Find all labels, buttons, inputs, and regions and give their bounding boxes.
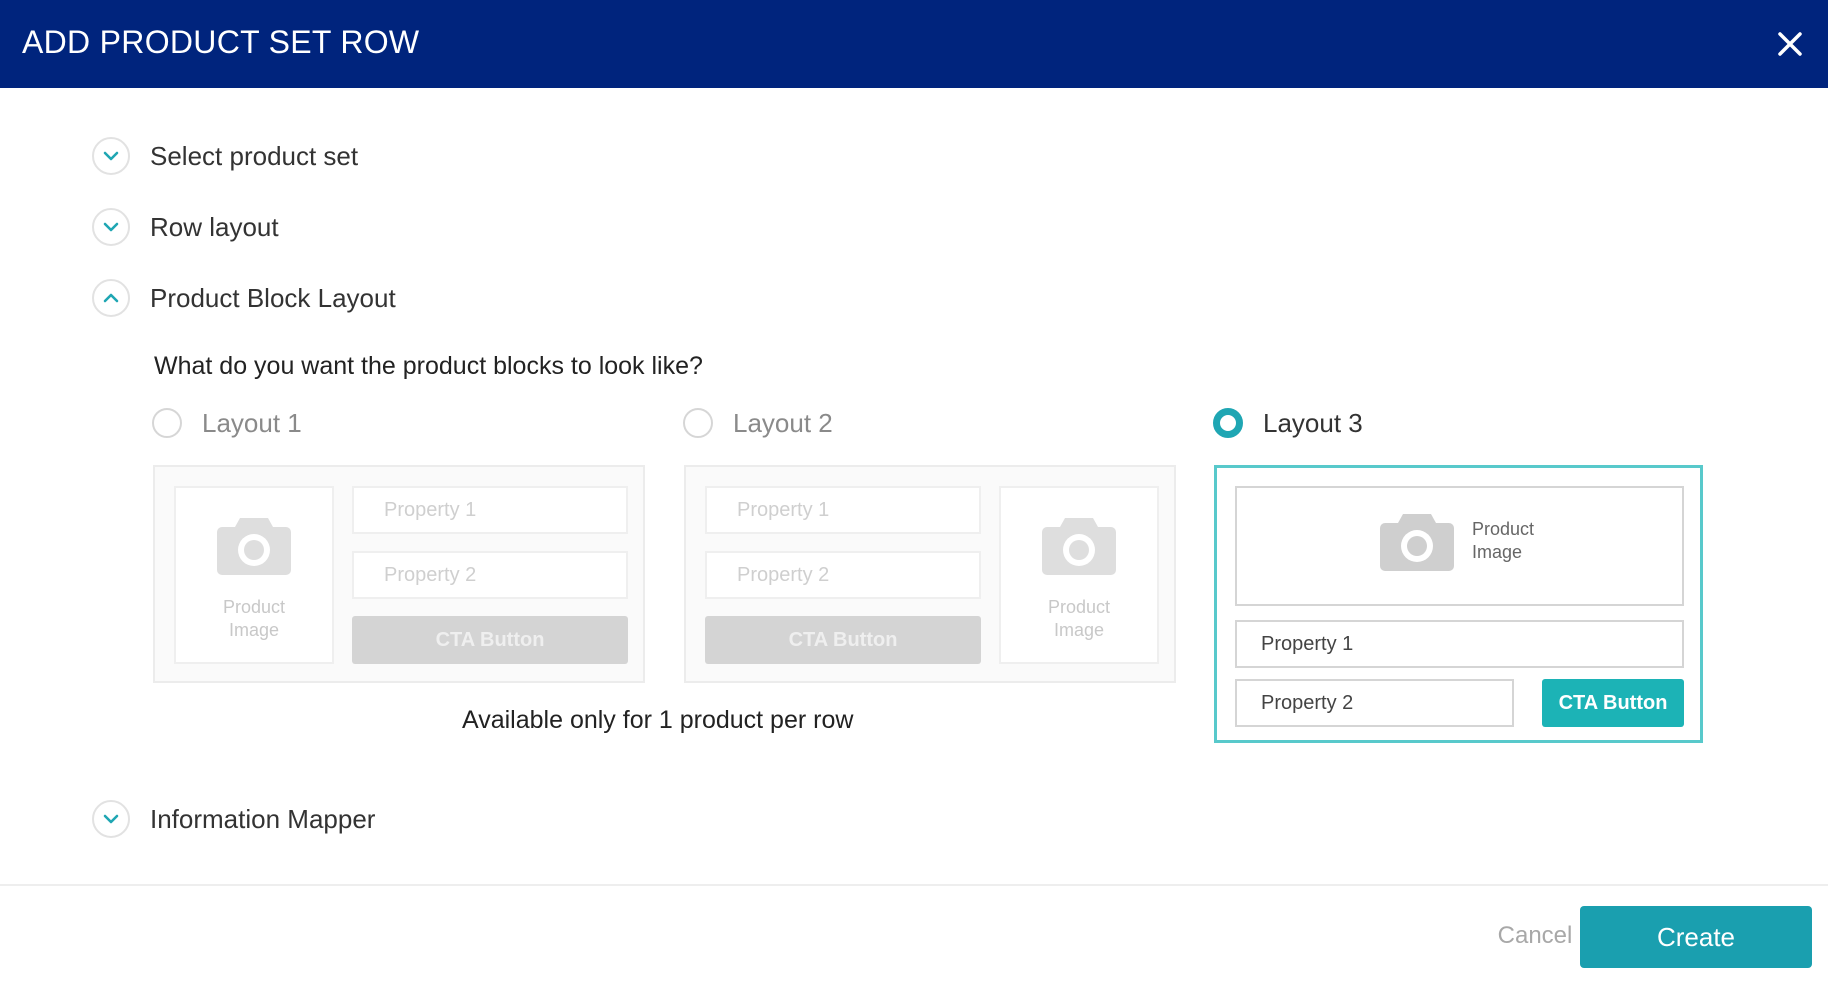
section-label: Select product set (150, 140, 359, 171)
close-button[interactable] (1770, 24, 1810, 64)
camera-icon (1042, 518, 1116, 575)
property-2-field: Property 2 (352, 551, 628, 599)
section-row-layout[interactable]: Row layout (92, 205, 279, 249)
product-image-placeholder: Product Image (1235, 486, 1684, 606)
section-information-mapper[interactable]: Information Mapper (92, 797, 375, 841)
layout-availability-note: Available only for 1 product per row (462, 706, 854, 734)
property-2-field: Property 2 (1235, 679, 1514, 727)
chevron-down-icon (92, 208, 130, 246)
section-product-block-layout[interactable]: Product Block Layout (92, 276, 396, 320)
radio-label: Layout 1 (202, 407, 302, 438)
dialog-title: ADD PRODUCT SET ROW (22, 24, 420, 60)
section-select-product-set[interactable]: Select product set (92, 134, 358, 178)
section-label: Information Mapper (150, 803, 376, 834)
layout-2-radio-option[interactable]: Layout 2 (683, 403, 833, 443)
section-label: Product Block Layout (150, 282, 396, 313)
layout-1-preview[interactable]: Product Image Property 1 Property 2 CTA B… (153, 465, 645, 683)
product-image-label: Product Image (222, 597, 286, 640)
chevron-down-icon (92, 800, 130, 838)
layout-1-radio-option[interactable]: Layout 1 (152, 403, 302, 443)
close-icon (1778, 32, 1802, 56)
layout-3-preview[interactable]: Product Image Property 1 Property 2 CTA B… (1214, 465, 1703, 743)
chevron-down-icon (92, 137, 130, 175)
radio-label: Layout 2 (733, 407, 833, 438)
chevron-up-icon (92, 279, 130, 317)
product-image-placeholder: Product Image (174, 486, 334, 664)
cancel-button[interactable]: Cancel (1480, 908, 1590, 964)
section-label: Row layout (150, 211, 279, 242)
product-image-label: Product Image (1472, 519, 1535, 562)
product-image-placeholder: Product Image (999, 486, 1159, 664)
property-1-field: Property 1 (1235, 620, 1684, 668)
create-button[interactable]: Create (1580, 906, 1812, 968)
cta-button-preview: CTA Button (705, 616, 981, 664)
layout-question: What do you want the product blocks to l… (154, 352, 703, 380)
footer-divider (0, 884, 1828, 886)
property-1-field: Property 1 (352, 486, 628, 534)
property-2-field: Property 2 (705, 551, 981, 599)
radio-button-checked[interactable] (1213, 408, 1243, 438)
product-image-label: Product Image (1047, 597, 1111, 640)
camera-icon (1380, 514, 1454, 571)
radio-button[interactable] (152, 408, 182, 438)
cta-button-preview: CTA Button (1542, 679, 1684, 727)
dialog-header: ADD PRODUCT SET ROW (0, 0, 1828, 88)
property-1-field: Property 1 (705, 486, 981, 534)
radio-button[interactable] (683, 408, 713, 438)
layout-3-radio-option[interactable]: Layout 3 (1213, 403, 1363, 443)
radio-label: Layout 3 (1263, 407, 1363, 438)
layout-2-preview[interactable]: Property 1 Property 2 CTA Button Product… (684, 465, 1176, 683)
camera-icon (217, 518, 291, 575)
cta-button-preview: CTA Button (352, 616, 628, 664)
